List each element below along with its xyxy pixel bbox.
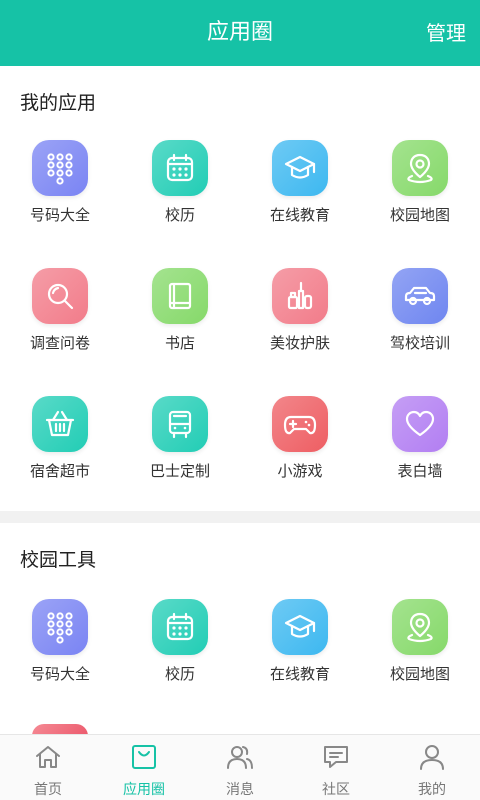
nav-label: 社区 [322, 782, 350, 798]
app-tile-car[interactable]: 驾校培训 [360, 268, 480, 378]
app-tile-map-pin[interactable]: 校园地图 [360, 599, 480, 709]
section-divider [0, 511, 480, 523]
phone-keypad-icon [32, 599, 88, 655]
app-label: 调查问卷 [29, 334, 90, 352]
app-label: 宿舍超市 [29, 462, 90, 480]
app-tile-magnifier[interactable]: 调查问卷 [0, 268, 120, 378]
app-tile-bus[interactable]: 巴士定制 [120, 396, 240, 506]
top-bar: 应用圈 管理 [0, 0, 480, 66]
nav-item-person[interactable]: 我的 [384, 735, 480, 800]
graduation-cap-icon [272, 599, 328, 655]
app-label: 号码大全 [29, 206, 90, 224]
nav-item-home[interactable]: 首页 [0, 735, 96, 800]
manage-button[interactable]: 管理 [426, 0, 466, 66]
nav-label: 首页 [34, 782, 62, 798]
app-tile-heart[interactable]: 表白墙 [360, 396, 480, 506]
app-tile-calendar[interactable]: 校历 [120, 140, 240, 250]
app-tile-book[interactable]: 书店 [120, 268, 240, 378]
magnifier-icon [32, 268, 88, 324]
app-tile-map-pin[interactable]: 校园地图 [360, 140, 480, 250]
section-title-my-apps: 我的应用 [20, 92, 97, 114]
app-tile-graduation-cap[interactable]: 在线教育 [240, 140, 360, 250]
app-tile-basket[interactable]: 宿舍超市 [0, 396, 120, 506]
calendar-icon [152, 599, 208, 655]
gamepad-icon [272, 396, 328, 452]
app-label: 书店 [164, 334, 195, 352]
page-title: 应用圈 [206, 20, 273, 45]
nav-label: 应用圈 [123, 782, 165, 798]
app-tile-phone-keypad[interactable]: 号码大全 [0, 140, 120, 250]
app-tile-phone-keypad[interactable]: 号码大全 [0, 599, 120, 709]
app-label: 巴士定制 [149, 462, 210, 480]
app-label: 驾校培训 [389, 334, 450, 352]
nav-label: 消息 [226, 782, 254, 798]
app-tile-cosmetics[interactable]: 美妆护肤 [240, 268, 360, 378]
map-pin-icon [392, 140, 448, 196]
map-pin-icon [392, 599, 448, 655]
bottom-nav: 首页 应用圈 消息 社区 我的 [0, 734, 480, 800]
phone-keypad-icon [32, 140, 88, 196]
graduation-cap-icon [272, 140, 328, 196]
section-title-campus-tools: 校园工具 [20, 549, 97, 571]
nav-label: 我的 [418, 782, 446, 798]
app-label: 校历 [164, 206, 195, 224]
app-label: 号码大全 [29, 665, 90, 683]
book-icon [152, 268, 208, 324]
app-label: 在线教育 [269, 665, 330, 683]
app-label: 美妆护肤 [269, 334, 330, 352]
app-tile-graduation-cap[interactable]: 在线教育 [240, 599, 360, 709]
app-label: 表白墙 [397, 462, 443, 480]
nav-item-chat[interactable]: 社区 [288, 735, 384, 800]
nav-item-people[interactable]: 消息 [192, 735, 288, 800]
heart-icon [392, 396, 448, 452]
car-icon [392, 268, 448, 324]
app-label: 校历 [164, 665, 195, 683]
cosmetics-icon [272, 268, 328, 324]
app-tile-gamepad[interactable]: 小游戏 [240, 396, 360, 506]
app-tile-calendar[interactable]: 校历 [120, 599, 240, 709]
basket-icon [32, 396, 88, 452]
nav-item-app-bag[interactable]: 应用圈 [96, 735, 192, 800]
app-label: 小游戏 [277, 462, 323, 480]
calendar-icon [152, 140, 208, 196]
app-label: 在线教育 [269, 206, 330, 224]
app-label: 校园地图 [389, 665, 450, 683]
bus-icon [152, 396, 208, 452]
app-label: 校园地图 [389, 206, 450, 224]
